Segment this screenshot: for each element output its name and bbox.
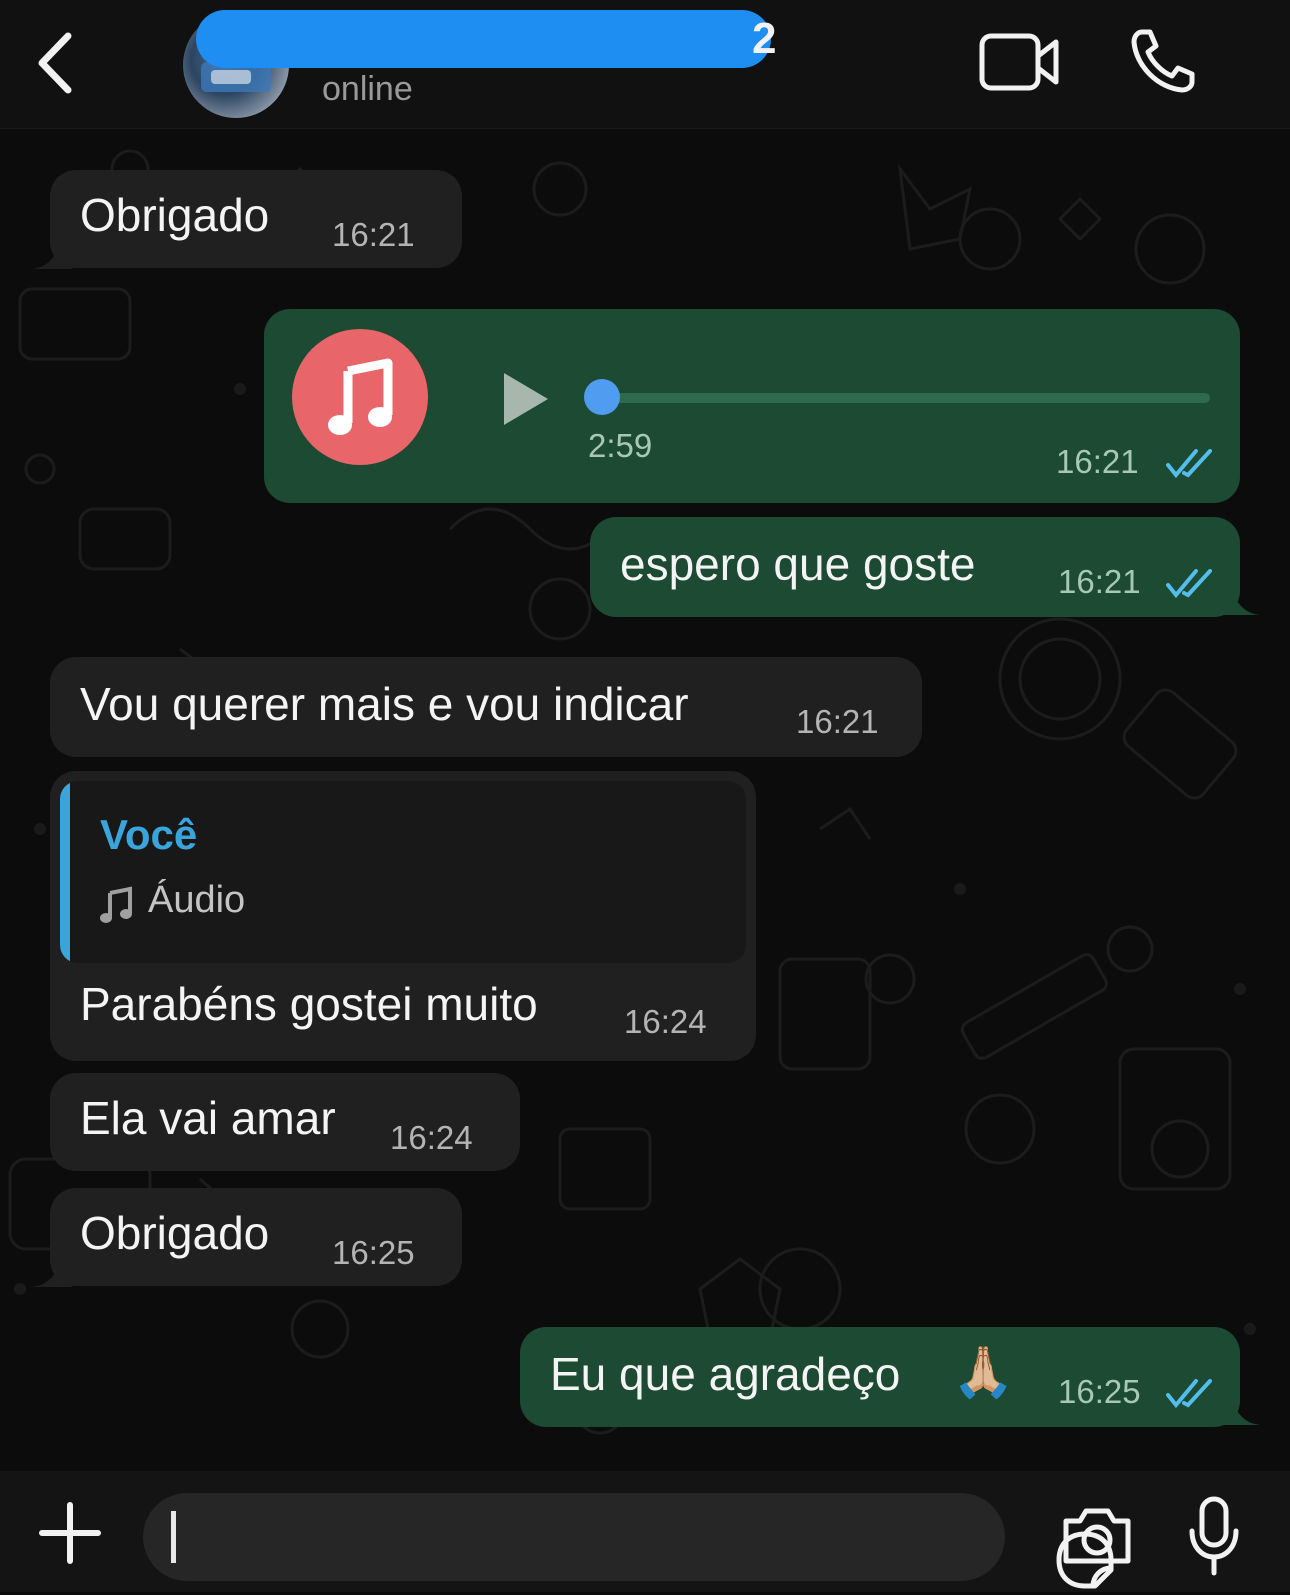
audio-progress-track[interactable] [598, 393, 1210, 403]
message-time: 16:21 [1058, 563, 1141, 600]
message-time: 16:21 [1056, 443, 1139, 480]
music-note-icon [100, 886, 132, 923]
incoming-message[interactable]: Ela vai amar 16:24 [50, 1073, 520, 1171]
voice-message-button[interactable] [1186, 1495, 1242, 1577]
back-button[interactable] [30, 28, 86, 98]
music-note-icon [328, 358, 393, 435]
message-text: Parabéns gostei muito [80, 978, 538, 1030]
read-ticks-icon [1166, 569, 1212, 599]
incoming-message[interactable]: Vou querer mais e vou indicar 16:21 [50, 657, 922, 757]
praying-hands-emoji: 🙏🏼 [952, 1344, 1015, 1400]
quote-label: Áudio [148, 879, 246, 921]
camera-icon [1063, 1508, 1131, 1564]
audio-avatar [292, 329, 428, 465]
phone-icon [1131, 29, 1195, 93]
message-time: 16:21 [796, 703, 879, 740]
bubble-tail [1220, 585, 1260, 615]
microphone-icon [1189, 1496, 1239, 1576]
video-camera-icon [979, 33, 1059, 91]
composer-bar [0, 1471, 1290, 1592]
quote-author: Você [100, 811, 198, 858]
message-time: 16:25 [1058, 1373, 1141, 1410]
incoming-reply-message[interactable]: Você Áudio Parabéns gostei muito 16:24 [50, 771, 756, 1061]
play-button[interactable] [500, 371, 552, 427]
message-text: Obrigado [80, 189, 270, 241]
incoming-message[interactable]: Obrigado 16:25 [50, 1188, 462, 1286]
message-text: Eu que agradeço [550, 1348, 901, 1400]
chat-header: 2 online [0, 0, 1290, 129]
read-ticks-icon [1166, 1379, 1212, 1409]
contact-name-visible-part: 2 [752, 14, 777, 63]
bubble-tail [1220, 1395, 1260, 1425]
outgoing-message[interactable]: Eu que agradeço 🙏🏼 16:25 [520, 1327, 1240, 1427]
audio-duration: 2:59 [588, 427, 653, 464]
message-time: 16:24 [624, 1003, 707, 1040]
text-caret [171, 1511, 176, 1563]
attach-button[interactable] [38, 1501, 102, 1565]
bubble-tail [32, 1257, 72, 1287]
video-call-button[interactable] [978, 30, 1062, 94]
chevron-left-icon [38, 32, 72, 94]
bubble-tail [32, 239, 72, 269]
message-text: Obrigado [80, 1207, 270, 1259]
play-icon [504, 373, 548, 425]
read-ticks-icon [1166, 449, 1212, 479]
quote-accent-bar [60, 781, 70, 963]
incoming-message[interactable]: Obrigado 16:21 [50, 170, 462, 268]
plus-icon [39, 1502, 101, 1564]
message-time: 16:25 [332, 1234, 415, 1271]
redacted-contact-name [196, 10, 771, 68]
message-text: espero que goste [620, 538, 976, 590]
voice-call-button[interactable] [1128, 26, 1198, 96]
camera-button[interactable] [1060, 1503, 1134, 1567]
message-text: Vou querer mais e vou indicar [80, 678, 689, 730]
message-time: 16:24 [390, 1119, 473, 1156]
contact-status: online [322, 70, 413, 108]
outgoing-audio-message[interactable]: 2:59 16:21 [264, 309, 1240, 503]
chat-area[interactable]: Obrigado 16:21 2:59 16:21 espero que gos… [0, 129, 1290, 1471]
quoted-message[interactable]: Você Áudio [60, 781, 746, 963]
message-input[interactable] [143, 1493, 1114, 1589]
outgoing-message[interactable]: espero que goste 16:21 [590, 517, 1240, 617]
message-text: Ela vai amar [80, 1092, 336, 1144]
audio-progress-thumb[interactable] [584, 379, 620, 415]
message-time: 16:21 [332, 216, 415, 253]
